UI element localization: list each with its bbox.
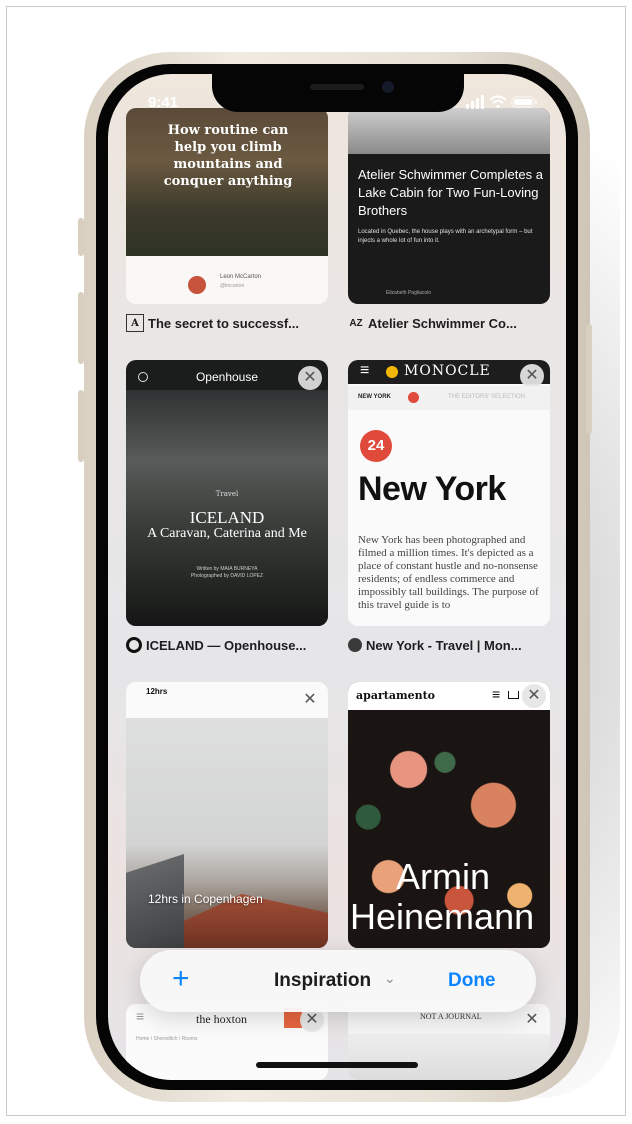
tab-label-2: THE EDITORS' SELECTION bbox=[448, 394, 526, 400]
tab-title: New York - Travel | Mon... bbox=[366, 637, 522, 653]
status-time: 9:41 bbox=[148, 94, 179, 111]
tab-caption: AZ Atelier Schwimmer Co... bbox=[348, 312, 552, 334]
site-name: NOT A JOURNAL bbox=[420, 1012, 482, 1021]
tab-card-hoxton[interactable]: ≡ the hoxton ✕ Home / Shoreditch / Rooms bbox=[126, 1004, 328, 1080]
tab-group-selector[interactable]: Inspiration bbox=[274, 970, 371, 992]
tab-title: ICELAND — Openhouse... bbox=[146, 637, 307, 653]
close-tab-icon[interactable]: ✕ bbox=[298, 688, 322, 712]
phone-screen: How routine can help you climb mountains… bbox=[108, 74, 566, 1080]
tab-card-iceland[interactable]: Openhouse ✕ Travel ICELAND A Caravan, Ca… bbox=[126, 360, 328, 626]
tab-card-copenhagen[interactable]: 12hrs ✕ 12hrs in Copenhagen bbox=[126, 682, 328, 948]
hamburger-menu-icon[interactable]: ≡ bbox=[360, 362, 369, 380]
tab-group-toolbar: + Inspiration ⌄ Done bbox=[140, 950, 536, 1012]
tab-title: Atelier Schwimmer Co... bbox=[368, 315, 517, 331]
site-logo: 12hrs bbox=[146, 687, 168, 696]
favicon-az-icon: AZ bbox=[349, 317, 363, 329]
new-tab-button[interactable]: + bbox=[172, 962, 190, 996]
tab-hero-image bbox=[348, 108, 550, 154]
site-name: the hoxton bbox=[196, 1012, 247, 1026]
monocle-logo-icon bbox=[386, 366, 398, 378]
tab-headline: Atelier Schwimmer Completes a Lake Cabin… bbox=[358, 167, 543, 218]
author-handle: @lmcarton bbox=[220, 283, 245, 289]
tab-section: Travel bbox=[215, 490, 239, 498]
tab-headline: How routine can help you climb mountains… bbox=[163, 123, 293, 189]
tab-card-secret[interactable]: How routine can help you climb mountains… bbox=[126, 108, 328, 304]
tab-body: Located in Quebec, the house plays with … bbox=[358, 229, 533, 244]
tab-body: New York has been photographed and filme… bbox=[358, 534, 539, 611]
power-button bbox=[586, 324, 592, 434]
tab-hero-image bbox=[348, 1034, 550, 1080]
tab-credit: Elizabeth Pagliacolo bbox=[386, 290, 432, 296]
status-icons bbox=[458, 94, 542, 110]
site-name: MONOCLE bbox=[404, 363, 491, 379]
tab-title: The secret to successf... bbox=[148, 315, 300, 331]
tab-label: NEW YORK bbox=[358, 394, 391, 400]
issue-number: 24 bbox=[360, 430, 392, 462]
cart-icon[interactable] bbox=[508, 691, 519, 699]
author-name: Leon McCarton bbox=[220, 274, 262, 280]
tab-card-apartamento[interactable]: apartamento ≡ ✕ Armin Heinemann bbox=[348, 682, 550, 948]
tab-caption: ICELAND — Openhouse... bbox=[126, 634, 330, 656]
close-tab-icon[interactable]: ✕ bbox=[298, 366, 322, 390]
tab-headline: New York bbox=[358, 470, 506, 508]
tab-caption: A The secret to successf... bbox=[126, 312, 330, 334]
tab-card-journal[interactable]: NOT A JOURNAL ✕ bbox=[348, 1004, 550, 1080]
favicon-atlantic-icon: A bbox=[126, 314, 144, 332]
tab-breadcrumb: Home / Shoreditch / Rooms bbox=[136, 1036, 198, 1042]
done-button[interactable]: Done bbox=[448, 970, 496, 992]
close-tab-icon[interactable]: ✕ bbox=[520, 364, 544, 388]
close-tab-icon[interactable]: ✕ bbox=[522, 684, 546, 708]
close-tab-icon[interactable]: ✕ bbox=[520, 1008, 544, 1032]
hamburger-menu-icon[interactable]: ≡ bbox=[492, 686, 500, 702]
volume-down-button bbox=[78, 390, 84, 462]
dynamic-notch bbox=[212, 74, 464, 112]
tab-card-atelier[interactable]: Atelier Schwimmer Completes a Lake Cabin… bbox=[348, 108, 550, 304]
earpiece-speaker bbox=[310, 84, 364, 90]
tab-subtitle: A Caravan, Caterina and Me bbox=[147, 526, 307, 541]
chevron-down-icon[interactable]: ⌄ bbox=[384, 970, 396, 987]
tab-credits: Written by MAIA BURNEYA Photographed by … bbox=[190, 566, 264, 579]
tab-overlay-line-1: Armin bbox=[396, 856, 491, 897]
favicon-monocle-icon bbox=[348, 638, 362, 652]
volume-up-button bbox=[78, 292, 84, 364]
tab-label-badge bbox=[408, 392, 419, 403]
tab-overlay-text: 12hrs in Copenhagen bbox=[148, 892, 263, 906]
cellular-signal-icon bbox=[466, 95, 484, 109]
tab-card-monocle[interactable]: ≡ MONOCLE ✕ NEW YORK THE EDITORS' SELECT… bbox=[348, 360, 550, 626]
front-camera bbox=[382, 81, 394, 93]
hamburger-menu-icon[interactable]: ≡ bbox=[136, 1008, 144, 1024]
wifi-icon bbox=[489, 95, 507, 108]
battery-icon bbox=[511, 96, 537, 108]
home-indicator[interactable] bbox=[256, 1062, 418, 1068]
tab-caption: New York - Travel | Mon... bbox=[348, 634, 552, 656]
tab-overlay-line-2: Heinemann bbox=[350, 896, 535, 937]
site-name: apartamento bbox=[356, 689, 436, 702]
action-button bbox=[78, 218, 84, 256]
favicon-openhouse-icon bbox=[126, 637, 142, 653]
tab-headline: ICELAND bbox=[189, 508, 265, 527]
author-avatar bbox=[188, 276, 206, 294]
